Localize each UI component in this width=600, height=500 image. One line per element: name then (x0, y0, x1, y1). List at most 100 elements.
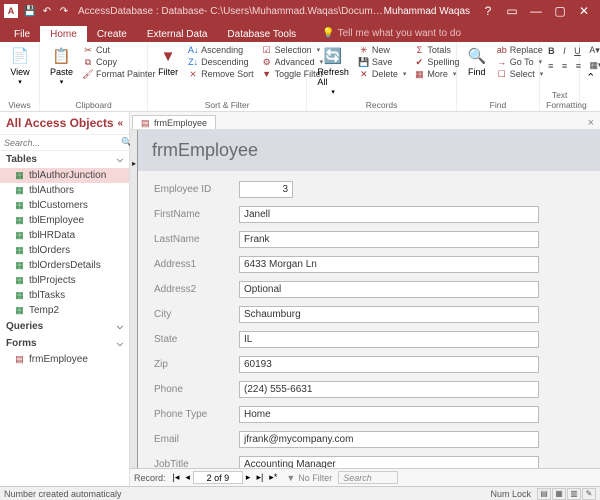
prev-record-button[interactable]: ◂ (182, 472, 193, 483)
next-record-button[interactable]: ▸ (243, 472, 254, 483)
field-input[interactable] (239, 406, 539, 423)
first-record-button[interactable]: |◂ (170, 472, 183, 483)
nav-item-label: tblAuthorJunction (29, 170, 106, 181)
nav-table-item[interactable]: ▦tblTasks (0, 288, 129, 303)
chevron-left-icon[interactable]: « (117, 118, 123, 129)
collapse-ribbon[interactable]: ⌃ (580, 42, 600, 111)
field-input[interactable] (239, 356, 539, 373)
field-label: FirstName (154, 209, 239, 220)
descending-button[interactable]: Z↓Descending (186, 56, 256, 68)
field-input[interactable] (239, 381, 539, 398)
group-views: 📄View▾ Views (0, 42, 40, 111)
layout-view-button[interactable]: ▥ (567, 488, 581, 500)
field-input[interactable] (239, 306, 539, 323)
replace-button[interactable]: abReplace (495, 44, 546, 56)
search-input[interactable] (4, 138, 121, 148)
record-selector[interactable]: ▸ (130, 130, 138, 468)
save-button[interactable]: 💾Save (357, 56, 409, 68)
align-center-button[interactable]: ≡ (562, 61, 567, 71)
field-label: State (154, 334, 239, 345)
help-icon[interactable]: ? (476, 0, 500, 22)
design-view-button[interactable]: ✎ (582, 488, 596, 500)
copy-icon: ⧉ (83, 57, 93, 67)
field-input[interactable] (239, 206, 539, 223)
field-input[interactable] (239, 256, 539, 273)
tab-home[interactable]: Home (40, 26, 87, 42)
record-search-input[interactable]: Search (338, 471, 398, 484)
nav-table-item[interactable]: ▦tblEmployee (0, 213, 129, 228)
spelling-button[interactable]: ✔Spelling (412, 56, 461, 68)
nav-search[interactable]: 🔍 (0, 135, 129, 151)
nav-item-label: tblProjects (29, 275, 76, 286)
table-icon: ▦ (14, 230, 25, 241)
user-name: Muhammad Waqas (384, 6, 470, 17)
nav-table-item[interactable]: ▦tblHRData (0, 228, 129, 243)
nav-table-item[interactable]: ▦tblProjects (0, 273, 129, 288)
redo-icon[interactable]: ↷ (58, 5, 70, 17)
new-record-button[interactable]: ▸* (266, 472, 280, 483)
form-icon: ▤ (14, 354, 25, 365)
nav-form-item[interactable]: ▤ frmEmployee (0, 352, 129, 367)
tell-me[interactable]: 💡Tell me what you want to do (314, 25, 469, 42)
form-view-button[interactable]: ▤ (537, 488, 551, 500)
cut-button[interactable]: ✂Cut (81, 44, 158, 56)
nav-group-forms[interactable]: Forms⌵ (0, 335, 129, 352)
close-button[interactable]: ✕ (572, 0, 596, 22)
last-record-button[interactable]: ▸| (253, 472, 266, 483)
field-input[interactable] (239, 331, 539, 348)
record-position-input[interactable] (193, 471, 243, 484)
tab-create[interactable]: Create (87, 26, 137, 42)
nav-item-label: frmEmployee (29, 354, 88, 365)
filter-indicator[interactable]: ▼No Filter (286, 473, 332, 483)
form-field-row: JobTitle (154, 456, 584, 468)
field-label: LastName (154, 234, 239, 245)
nav-table-item[interactable]: ▦Temp2 (0, 303, 129, 318)
tab-external-data[interactable]: External Data (137, 26, 218, 42)
nav-group-tables[interactable]: Tables⌵ (0, 151, 129, 168)
align-left-button[interactable]: ≡ (548, 61, 553, 71)
restore-button[interactable]: ▢ (548, 0, 572, 22)
navigation-pane: All Access Objects« 🔍 Tables⌵ ▦tblAuthor… (0, 112, 130, 486)
form-field-row: Phone Type (154, 406, 584, 423)
find-button[interactable]: 🔍Find (463, 44, 491, 79)
new-button[interactable]: ✳New (357, 44, 409, 56)
field-input[interactable] (239, 456, 539, 468)
nav-table-item[interactable]: ▦tblCustomers (0, 198, 129, 213)
ribbon-options-icon[interactable]: ▭ (500, 0, 524, 22)
refresh-all-button[interactable]: 🔄Refresh All▾ (313, 44, 353, 98)
nav-header[interactable]: All Access Objects« (0, 112, 129, 135)
doc-tab-frmemployee[interactable]: ▤frmEmployee (132, 115, 216, 129)
save-icon[interactable]: 💾 (24, 5, 36, 17)
bold-button[interactable]: B (548, 46, 555, 56)
field-input[interactable] (239, 181, 293, 198)
nav-table-item[interactable]: ▦tblOrders (0, 243, 129, 258)
field-input[interactable] (239, 231, 539, 248)
remove-sort-button[interactable]: ⨯Remove Sort (186, 68, 256, 80)
form-field-row: Address1 (154, 256, 584, 273)
ascending-button[interactable]: A↓Ascending (186, 44, 256, 56)
nav-table-item[interactable]: ▦tblOrdersDetails (0, 258, 129, 273)
totals-button[interactable]: ΣTotals (412, 44, 461, 56)
field-input[interactable] (239, 431, 539, 448)
nav-table-item[interactable]: ▦tblAuthorJunction (0, 168, 129, 183)
view-button[interactable]: 📄View▾ (6, 44, 34, 88)
close-tab-button[interactable]: × (582, 117, 600, 129)
datasheet-view-button[interactable]: ▦ (552, 488, 566, 500)
delete-button[interactable]: ✕Delete (357, 68, 409, 80)
paste-button[interactable]: 📋Paste▾ (46, 44, 77, 88)
tab-database-tools[interactable]: Database Tools (217, 26, 306, 42)
select-button[interactable]: ☐Select (495, 68, 546, 80)
filter-button[interactable]: ▼Filter (154, 44, 182, 79)
undo-icon[interactable]: ↶ (41, 5, 53, 17)
more-button[interactable]: ▦More (412, 68, 461, 80)
italic-button[interactable]: I (563, 46, 566, 56)
tab-file[interactable]: File (4, 26, 40, 42)
nav-group-queries[interactable]: Queries⌵ (0, 318, 129, 335)
nav-table-item[interactable]: ▦tblAuthors (0, 183, 129, 198)
minimize-button[interactable]: ― (524, 0, 548, 22)
goto-button[interactable]: →Go To (495, 56, 546, 68)
copy-button[interactable]: ⧉Copy (81, 56, 158, 68)
format-painter-button[interactable]: 🖌Format Painter (81, 68, 158, 80)
nav-item-label: tblTasks (29, 290, 65, 301)
field-input[interactable] (239, 281, 539, 298)
